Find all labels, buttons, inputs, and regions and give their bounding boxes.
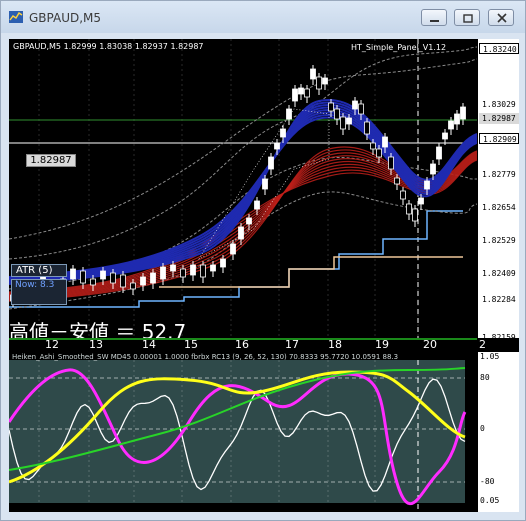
price-scale-label: 1.82987: [479, 113, 519, 124]
candle-body: [382, 136, 388, 148]
restore-icon: [463, 14, 473, 23]
candle-body: [310, 68, 316, 80]
candle-body: [340, 116, 346, 130]
time-scale[interactable]: 12 13 14 15 16 17 18 19 20 2: [9, 338, 519, 352]
oscillator-scale-label: 0: [480, 424, 485, 433]
candle-body: [442, 132, 448, 140]
candle-body: [286, 108, 292, 120]
chart-window: GBPAUD,M5 GBPAUD,M5 1.82999 1.83038 1.82…: [0, 0, 526, 521]
candle-body: [274, 142, 280, 150]
indicator-name: HT_Simple_Panel_V1.12: [351, 43, 447, 52]
atr-value-text: Now: 8.3: [15, 280, 55, 290]
candle-body: [238, 226, 244, 240]
candle-body: [364, 121, 370, 135]
price-scale-label: 1.83240: [479, 43, 519, 54]
candle-body: [424, 180, 430, 190]
candle-body: [100, 270, 106, 280]
oscillator-scale-label: 80: [480, 373, 490, 382]
candle-body: [400, 190, 406, 200]
candle-body: [140, 276, 146, 286]
blue-ma-ribbon: [9, 108, 477, 281]
minimize-icon: [430, 20, 439, 22]
candle-body: [346, 117, 352, 125]
oscillator-subwindow[interactable]: Heiken_Ashi_Smoothed_SW MD45 0.00001 1.0…: [9, 352, 477, 512]
oscillator-scale[interactable]: 1.05 80 0 -80 0.05: [477, 352, 519, 512]
candle-body: [304, 88, 310, 98]
candle-body: [230, 243, 236, 255]
oscillator-canvas: [9, 360, 467, 512]
candle-body: [190, 264, 196, 276]
candle-body: [262, 178, 268, 190]
candle-body: [292, 88, 298, 102]
candle-body: [322, 77, 328, 85]
candle-body: [170, 264, 176, 272]
candle-body: [394, 177, 400, 185]
candle-body: [150, 272, 156, 284]
candle-body: [430, 163, 436, 175]
restore-button[interactable]: [454, 9, 480, 26]
oscillator-scale-label: 0.05: [480, 496, 500, 505]
price-chart-canvas: [9, 39, 477, 338]
candle-body: [180, 268, 186, 278]
atr-value: Now: 8.3: [11, 279, 67, 305]
candle-body: [436, 146, 442, 160]
price-scale-label: 1.82284: [482, 295, 516, 304]
candle-body: [388, 156, 394, 170]
blue-ma-ribbon: [9, 116, 477, 278]
candle-body: [454, 113, 460, 125]
candle-body: [334, 108, 340, 120]
candle-body: [200, 264, 206, 278]
candle-body: [70, 268, 76, 280]
oscillator-scale-label: -80: [480, 477, 495, 486]
minimize-button[interactable]: [421, 9, 447, 26]
candle-body: [246, 217, 252, 225]
price-scale-label: 1.83029: [482, 100, 516, 109]
candle-body: [280, 128, 286, 138]
candle-body: [316, 76, 322, 90]
chart-app-icon: [9, 11, 23, 23]
price-scale-label: 1.82529: [482, 236, 516, 245]
candle-body: [90, 278, 96, 286]
blue-ma-ribbon: [9, 106, 477, 282]
blue-ma-ribbon: [9, 103, 477, 283]
window-separator[interactable]: [9, 338, 477, 340]
bid-price-tag: 1.82987: [26, 154, 76, 167]
candle-body: [376, 148, 382, 158]
candle-body: [406, 203, 412, 215]
time-scale-label: 2: [479, 338, 486, 351]
oscillator-header: Heiken_Ashi_Smoothed_SW MD45 0.00001 1.0…: [12, 353, 399, 361]
candle-body: [448, 120, 454, 130]
candle-body: [298, 87, 304, 95]
candle-body: [418, 197, 424, 205]
candle-body: [254, 200, 260, 210]
title-bar[interactable]: GBPAUD,M5: [1, 1, 525, 33]
window-title: GBPAUD,M5: [29, 11, 102, 25]
price-scale-label: 1.82779: [482, 170, 516, 179]
candle-body: [328, 102, 334, 112]
price-scale[interactable]: 1.83240 1.83029 1.82987 1.82909 1.82779 1.826…: [477, 39, 519, 342]
close-icon: [497, 13, 507, 23]
price-scale-label: 1.82909: [479, 133, 519, 144]
candle-body: [460, 106, 466, 120]
candle-body: [412, 208, 418, 222]
atr-label: ATR (5): [11, 264, 67, 277]
price-scale-label: 1.82409: [482, 269, 516, 278]
close-button[interactable]: [488, 9, 514, 26]
candle-body: [358, 103, 364, 115]
high-low-range-text: 高値－安値 ＝ 52.7: [9, 320, 187, 338]
candle-body: [210, 264, 216, 272]
candle-body: [352, 100, 358, 110]
candle-body: [220, 258, 226, 268]
candle-body: [120, 274, 126, 288]
candle-body: [160, 266, 166, 280]
candle-body: [130, 282, 136, 290]
chart-symbol-header: GBPAUD,M5 1.82999 1.83038 1.82937 1.8298…: [13, 42, 204, 51]
price-scale-label: 1.82654: [482, 203, 516, 212]
candle-body: [268, 156, 274, 170]
oscillator-scale-label: 1.05: [480, 352, 500, 361]
candle-body: [80, 270, 86, 284]
price-chart[interactable]: GBPAUD,M5 1.82999 1.83038 1.82937 1.8298…: [9, 39, 477, 338]
candle-body: [110, 272, 116, 284]
candle-body: [370, 142, 376, 150]
